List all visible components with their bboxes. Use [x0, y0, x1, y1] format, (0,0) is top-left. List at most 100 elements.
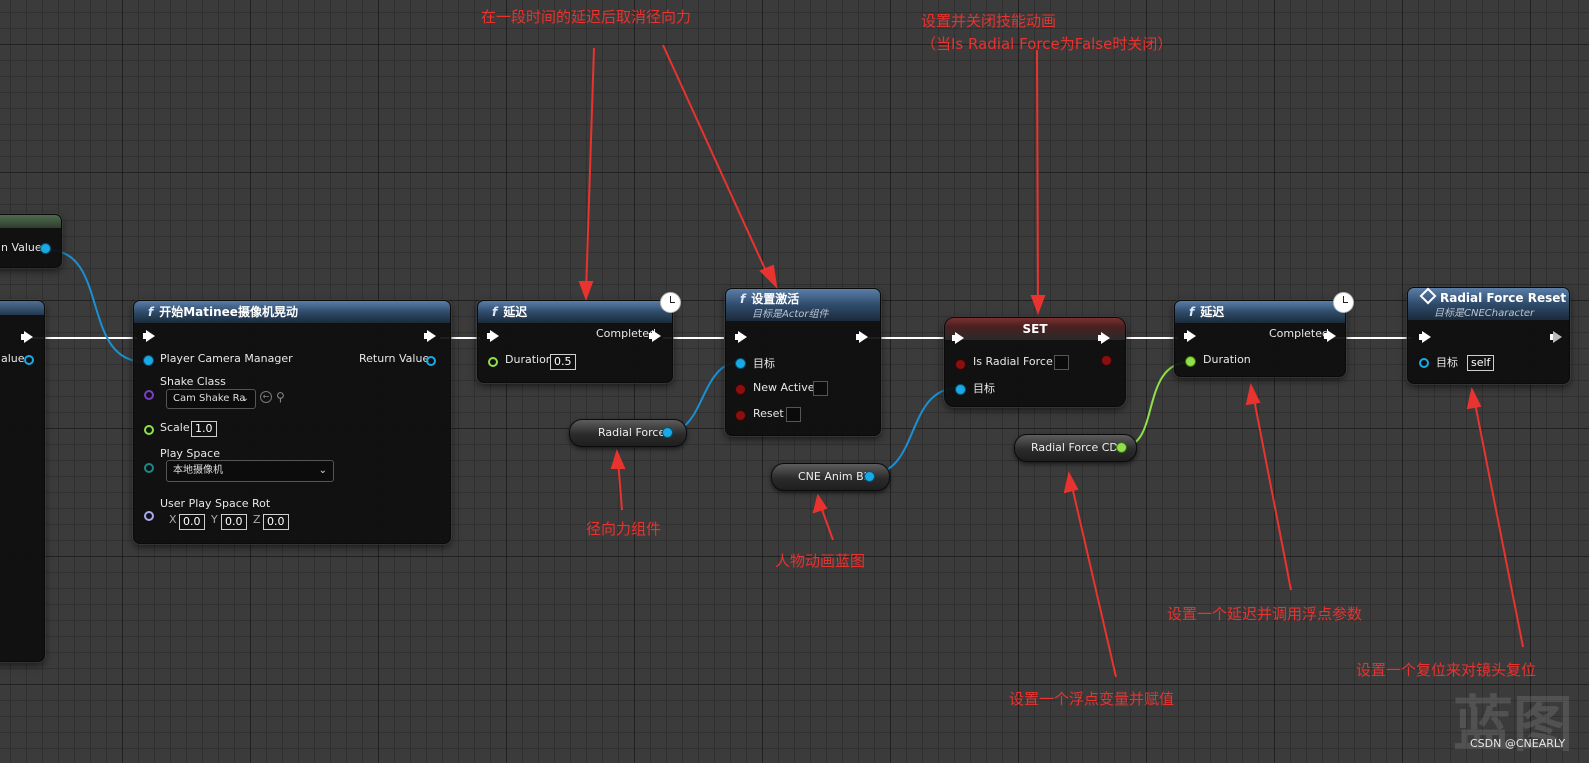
is-radial-force-checkbox[interactable]	[1054, 355, 1069, 370]
scale-pin[interactable]	[144, 425, 154, 435]
function-icon: f	[740, 292, 746, 306]
exec-in-pin[interactable]	[143, 330, 155, 342]
left-node-main-header	[0, 301, 44, 315]
node-title: 开始Matinee摄像机晃动	[159, 305, 298, 319]
target-pin[interactable]	[1419, 358, 1429, 368]
duration-pin[interactable]	[488, 357, 498, 367]
return-value-pin[interactable]	[41, 244, 50, 253]
rot-y-input[interactable]: 0.0	[221, 514, 247, 530]
shake-class-pin[interactable]	[144, 390, 154, 400]
reset-pin[interactable]	[736, 411, 745, 420]
radial-force-variable[interactable]: Radial Force	[569, 419, 687, 447]
target-pin[interactable]	[736, 359, 745, 368]
set-active-node[interactable]: f 设置激活 目标是Actor组件 目标 New Active Reset	[725, 288, 881, 436]
radial-force-cd-variable[interactable]: Radial Force CD	[1014, 434, 1137, 462]
exec-in-pin[interactable]	[952, 332, 964, 344]
exec-out-pin[interactable]	[21, 331, 33, 343]
exec-in-pin[interactable]	[1184, 330, 1196, 342]
annotation-reset-lens: 设置一个复位来对镜头复位	[1356, 661, 1537, 679]
completed-exec-pin[interactable]	[1324, 330, 1336, 342]
delay-node-1-header: f 延迟	[478, 301, 672, 323]
clock-icon	[660, 292, 681, 313]
exec-in-pin[interactable]	[735, 331, 747, 343]
play-space-pin[interactable]	[144, 463, 154, 473]
camera-shake-node[interactable]: f 开始Matinee摄像机晃动 Player Camera Manager Re…	[133, 300, 451, 544]
completed-label: Completed	[596, 327, 656, 340]
cne-anim-bp-variable[interactable]: CNE Anim BP	[771, 463, 890, 491]
exec-out-pin[interactable]	[1098, 332, 1110, 344]
annotation-set-anim-condition: （当Is Radial Force为False时关闭）	[921, 35, 1173, 53]
radial-force-out-pin[interactable]	[663, 428, 672, 437]
clock-icon	[1333, 292, 1354, 313]
exec-in-pin[interactable]	[487, 330, 499, 342]
event-icon	[1419, 287, 1437, 305]
is-radial-force-in-pin[interactable]	[956, 360, 965, 369]
play-space-value: 本地摄像机	[173, 465, 223, 476]
camera-shake-header: f 开始Matinee摄像机晃动	[134, 301, 450, 323]
duration-pin[interactable]	[1186, 357, 1195, 366]
user-play-space-rot-label: User Play Space Rot	[160, 497, 271, 510]
rot-z-input[interactable]: 0.0	[263, 514, 289, 530]
left-node-top-header	[0, 215, 61, 228]
return-value-pin[interactable]	[24, 355, 34, 365]
annotation-delay-float: 设置一个延迟并调用浮点参数	[1167, 605, 1363, 623]
annotation-delay-cancel: 在一段时间的延迟后取消径向力	[481, 8, 692, 26]
rot-z-label: Z	[253, 513, 261, 526]
player-camera-manager-label: Player Camera Manager	[160, 352, 293, 365]
duration-label: Duration	[1203, 353, 1251, 366]
set-node[interactable]: SET Is Radial Force 目标	[944, 317, 1126, 407]
exec-out-pin[interactable]	[856, 331, 868, 343]
node-title: 设置激活	[751, 292, 800, 306]
set-active-header: f 设置激活 目标是Actor组件	[726, 289, 880, 321]
delay-node-2[interactable]: f 延迟 Completed Duration	[1174, 300, 1346, 377]
search-icon[interactable]: ⚲	[276, 390, 285, 404]
exec-out-pin[interactable]	[424, 330, 436, 342]
cne-anim-bp-out-pin[interactable]	[865, 472, 874, 481]
shake-class-label: Shake Class	[160, 375, 226, 388]
rot-y-label: Y	[211, 513, 218, 526]
completed-label: Completed	[1269, 327, 1329, 340]
scale-label: Scale	[160, 421, 190, 434]
annotation-set-anim: 设置并关闭技能动画	[921, 12, 1057, 30]
annotation-radial-force-component: 径向力组件	[586, 520, 662, 538]
annotation-float-variable: 设置一个浮点变量并赋值	[1009, 690, 1175, 708]
target-pin[interactable]	[956, 385, 965, 394]
shake-class-value: Cam Shake Ra	[173, 393, 246, 404]
use-selected-icon[interactable]: ←	[260, 391, 272, 403]
is-radial-force-out-pin[interactable]	[1102, 356, 1111, 365]
node-title: 延迟	[1200, 305, 1225, 319]
player-camera-manager-pin[interactable]	[144, 356, 153, 365]
exec-in-pin[interactable]	[1419, 331, 1431, 343]
variable-label: Radial Force	[598, 426, 666, 439]
delay-node-1[interactable]: f 延迟 Completed Duration 0.5	[477, 300, 673, 383]
left-node-main[interactable]: alue	[0, 300, 45, 662]
target-label: 目标	[1436, 356, 1458, 369]
return-value-label: Return Value	[359, 352, 430, 365]
object-wire	[47, 249, 146, 363]
new-active-checkbox[interactable]	[813, 381, 828, 396]
node-title: SET	[1022, 322, 1048, 336]
return-value-pin[interactable]	[426, 356, 436, 366]
user-play-space-rot-pin[interactable]	[144, 511, 154, 521]
rot-x-label: X	[169, 513, 177, 526]
shake-class-dropdown[interactable]: Cam Shake Ra ⌄	[166, 389, 256, 409]
target-value[interactable]: self	[1467, 355, 1495, 371]
left-node-top[interactable]: n Value	[0, 214, 62, 268]
exec-out-pin[interactable]	[1550, 331, 1562, 343]
reset-checkbox[interactable]	[786, 407, 801, 422]
function-icon: f	[1189, 305, 1195, 319]
node-title: Radial Force Reset	[1440, 291, 1567, 305]
scale-input[interactable]: 1.0	[191, 421, 217, 437]
rot-x-input[interactable]: 0.0	[179, 514, 205, 530]
new-active-pin[interactable]	[736, 385, 745, 394]
radial-force-reset-node[interactable]: Radial Force Reset 目标是CNECharacter 目标 se…	[1407, 287, 1570, 384]
radial-force-cd-out-pin[interactable]	[1117, 443, 1126, 452]
completed-exec-pin[interactable]	[649, 330, 661, 342]
variable-label: CNE Anim BP	[798, 470, 871, 483]
duration-input[interactable]: 0.5	[550, 354, 576, 370]
target-label: 目标	[753, 357, 775, 370]
return-value-label: n Value	[1, 241, 42, 254]
duration-label: Duration	[505, 353, 553, 366]
play-space-dropdown[interactable]: 本地摄像机 ⌄	[166, 460, 334, 482]
new-active-label: New Active	[753, 381, 815, 394]
